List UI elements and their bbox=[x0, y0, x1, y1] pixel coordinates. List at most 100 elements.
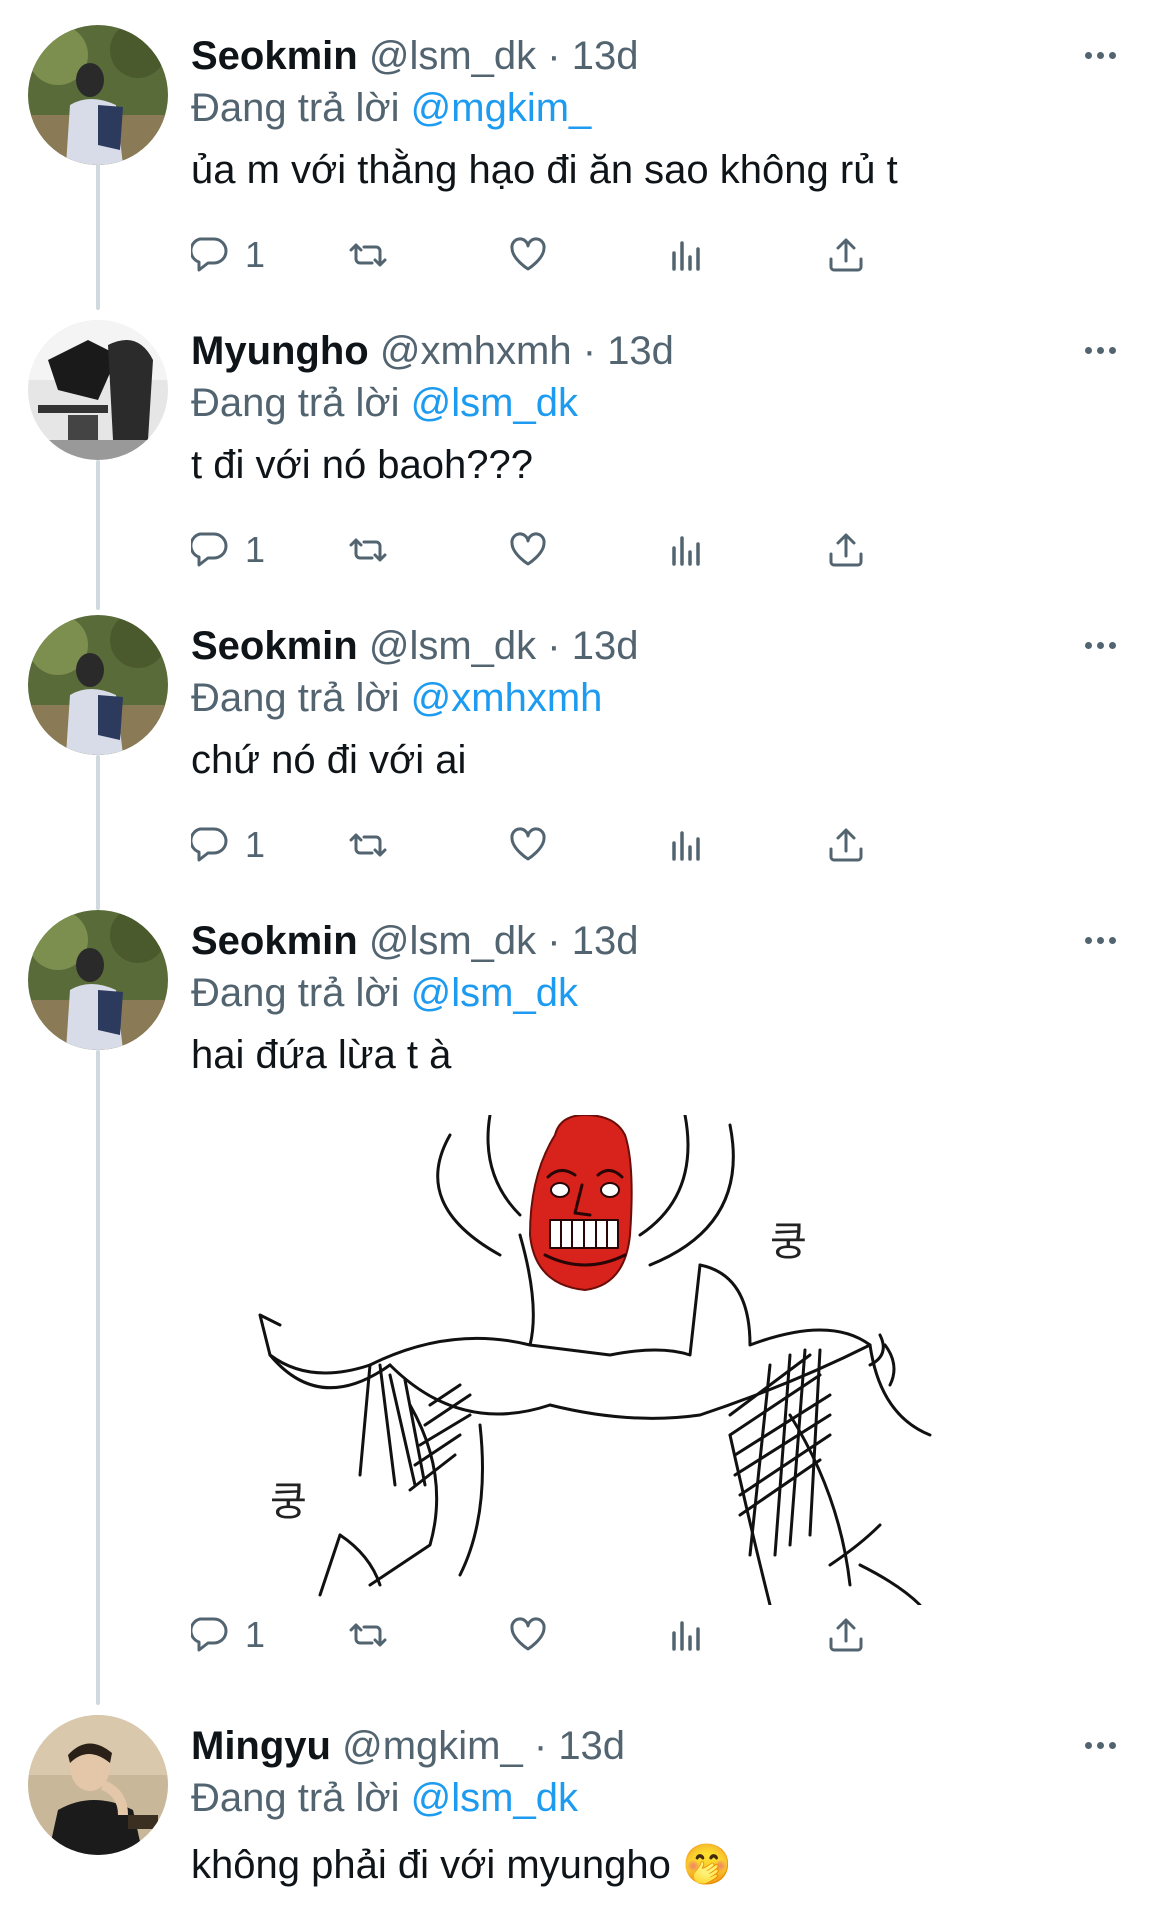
reply-count: 1 bbox=[245, 824, 266, 865]
reply-button[interactable]: 1 bbox=[191, 815, 265, 875]
timestamp[interactable]: 13d bbox=[572, 624, 639, 668]
share-button[interactable] bbox=[824, 225, 868, 285]
timestamp[interactable]: 13d bbox=[572, 34, 639, 78]
timestamp[interactable]: 13d bbox=[558, 1724, 625, 1768]
tweet-text: không phải đi với myungho 🤭 bbox=[191, 1843, 732, 1887]
action-bar: 1 bbox=[191, 1605, 1071, 1665]
display-name[interactable]: Mingyu bbox=[191, 1724, 331, 1768]
replying-to-handle[interactable]: @xmhxmh bbox=[411, 676, 603, 720]
replying-prefix: Đang trả lời bbox=[191, 86, 400, 130]
tweet-text: hai đứa lừa t à bbox=[191, 1033, 452, 1077]
share-icon bbox=[829, 533, 863, 567]
views-button[interactable] bbox=[666, 520, 710, 580]
more-icon[interactable] bbox=[1074, 920, 1126, 960]
separator-dot: · bbox=[533, 1724, 548, 1768]
tweet-text: chứ nó đi với ai bbox=[191, 738, 467, 782]
replying-to-handle[interactable]: @mgkim_ bbox=[411, 86, 592, 130]
replying-to-handle[interactable]: @lsm_dk bbox=[411, 381, 578, 425]
views-icon bbox=[672, 831, 700, 861]
action-bar: 1 bbox=[191, 520, 1071, 580]
tweet-text: ủa m với thằng hạo đi ăn sao không rủ t bbox=[191, 148, 898, 192]
timestamp[interactable]: 13d bbox=[607, 329, 674, 373]
reply-button[interactable]: 1 bbox=[191, 225, 265, 285]
display-name[interactable]: Seokmin bbox=[191, 624, 358, 668]
retweet-button[interactable] bbox=[346, 1605, 390, 1665]
reply-icon bbox=[191, 532, 228, 567]
replying-prefix: Đang trả lời bbox=[191, 1776, 400, 1820]
replying-to-handle[interactable]: @lsm_dk bbox=[411, 971, 578, 1015]
share-button[interactable] bbox=[824, 815, 868, 875]
separator-dot: · bbox=[582, 329, 597, 373]
more-icon[interactable] bbox=[1074, 330, 1126, 370]
reply-button[interactable]: 1 bbox=[191, 520, 265, 580]
replying-to-handle[interactable]: @lsm_dk bbox=[411, 1776, 578, 1820]
user-handle[interactable]: @lsm_dk bbox=[369, 34, 536, 78]
reply-count: 1 bbox=[245, 1614, 266, 1655]
views-icon bbox=[672, 1621, 700, 1651]
share-icon bbox=[829, 828, 863, 862]
reply-icon bbox=[191, 1617, 228, 1652]
like-button[interactable] bbox=[506, 225, 550, 285]
tweet[interactable]: Seokmin @lsm_dk · 13d Đang trả lời @xmhx… bbox=[0, 615, 1166, 885]
avatar[interactable] bbox=[28, 615, 168, 755]
separator-dot: · bbox=[547, 919, 561, 963]
media-caption-right: 쿵 bbox=[770, 1219, 807, 1265]
share-icon bbox=[829, 238, 863, 272]
more-icon[interactable] bbox=[1074, 1725, 1126, 1765]
more-icon[interactable] bbox=[1074, 625, 1126, 665]
replying-to: Đang trả lời @xmhxmh bbox=[191, 673, 602, 723]
tweet-header: Seokmin @lsm_dk · 13d bbox=[191, 31, 638, 81]
timestamp[interactable]: 13d bbox=[572, 919, 639, 963]
user-handle[interactable]: @mgkim_ bbox=[342, 1724, 523, 1768]
reply-button[interactable]: 1 bbox=[191, 1605, 265, 1665]
replying-prefix: Đang trả lời bbox=[191, 676, 400, 720]
action-bar: 1 bbox=[191, 815, 1071, 875]
tweet[interactable]: Seokmin @lsm_dk · 13d Đang trả lời @mgki… bbox=[0, 25, 1166, 295]
media-caption-left: 쿵 bbox=[270, 1479, 307, 1525]
retweet-icon bbox=[349, 538, 387, 562]
tweet-text: t đi với nó baoh??? bbox=[191, 443, 534, 487]
tweet[interactable]: Mingyu @mgkim_ · 13d Đang trả lời @lsm_d… bbox=[0, 1715, 1166, 1920]
like-button[interactable] bbox=[506, 815, 550, 875]
like-icon bbox=[510, 532, 546, 566]
retweet-button[interactable] bbox=[346, 225, 390, 285]
replying-to: Đang trả lời @lsm_dk bbox=[191, 968, 578, 1018]
tweet-media-image[interactable]: 쿵 쿵 bbox=[230, 1115, 1060, 1605]
reply-count: 1 bbox=[245, 234, 266, 275]
retweet-button[interactable] bbox=[346, 815, 390, 875]
replying-to: Đang trả lời @mgkim_ bbox=[191, 83, 591, 133]
avatar[interactable] bbox=[28, 1715, 168, 1855]
replying-to: Đang trả lời @lsm_dk bbox=[191, 378, 578, 428]
user-handle[interactable]: @lsm_dk bbox=[369, 919, 536, 963]
retweet-button[interactable] bbox=[346, 520, 390, 580]
share-button[interactable] bbox=[824, 1605, 868, 1665]
views-button[interactable] bbox=[666, 225, 710, 285]
share-button[interactable] bbox=[824, 520, 868, 580]
tweet[interactable]: Myungho @xmhxmh · 13d Đang trả lời @lsm_… bbox=[0, 320, 1166, 590]
replying-to: Đang trả lời @lsm_dk bbox=[191, 1773, 578, 1823]
retweet-icon bbox=[349, 833, 387, 857]
tweet-header: Seokmin @lsm_dk · 13d bbox=[191, 621, 638, 671]
like-button[interactable] bbox=[506, 520, 550, 580]
views-icon bbox=[672, 536, 700, 566]
display-name[interactable]: Seokmin bbox=[191, 919, 358, 963]
more-icon[interactable] bbox=[1074, 35, 1126, 75]
user-handle[interactable]: @xmhxmh bbox=[380, 329, 572, 373]
display-name[interactable]: Seokmin bbox=[191, 34, 358, 78]
user-handle[interactable]: @lsm_dk bbox=[369, 624, 536, 668]
like-icon bbox=[510, 237, 546, 271]
views-button[interactable] bbox=[666, 1605, 710, 1665]
replying-prefix: Đang trả lời bbox=[191, 971, 400, 1015]
avatar[interactable] bbox=[28, 320, 168, 460]
avatar[interactable] bbox=[28, 910, 168, 1050]
views-button[interactable] bbox=[666, 815, 710, 875]
separator-dot: · bbox=[547, 34, 561, 78]
tweet-header: Mingyu @mgkim_ · 13d bbox=[191, 1721, 625, 1771]
like-button[interactable] bbox=[506, 1605, 550, 1665]
display-name[interactable]: Myungho bbox=[191, 329, 369, 373]
replying-prefix: Đang trả lời bbox=[191, 381, 400, 425]
reply-count: 1 bbox=[245, 529, 266, 570]
views-icon bbox=[672, 241, 700, 271]
avatar[interactable] bbox=[28, 25, 168, 165]
tweet-header: Seokmin @lsm_dk · 13d bbox=[191, 916, 638, 966]
